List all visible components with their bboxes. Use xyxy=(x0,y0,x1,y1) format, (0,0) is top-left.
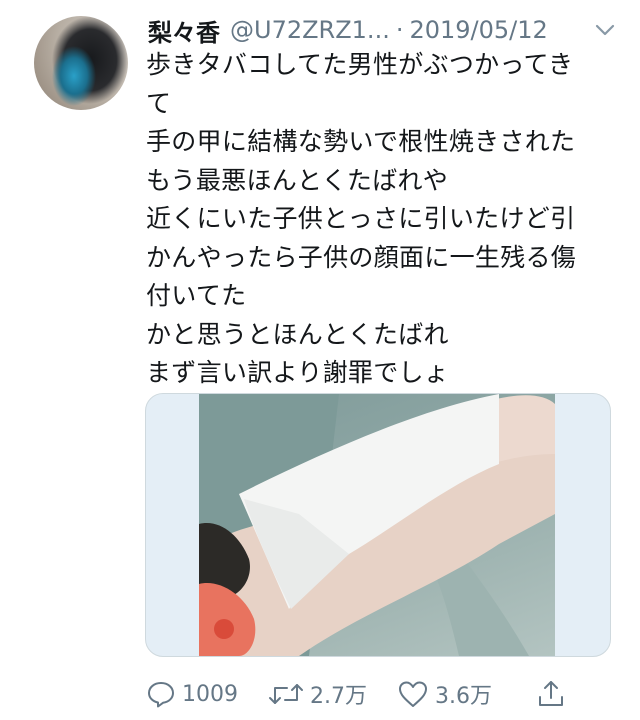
reply-count: 1009 xyxy=(182,681,238,707)
tweet-actions: 1009 2.7万 3.6万 xyxy=(146,676,616,712)
speech-bubble-icon xyxy=(148,682,174,708)
tweet-header: 梨々香 @U72ZRZ1... · 2019/05/12 xyxy=(148,10,618,50)
retweet-count: 2.7万 xyxy=(310,684,367,709)
like-action[interactable]: 3.6万 xyxy=(397,678,492,710)
tweet-photo[interactable] xyxy=(199,394,555,656)
tweet-text-line: て xyxy=(146,88,172,118)
chevron-down-icon[interactable] xyxy=(592,17,618,43)
author-name[interactable]: 梨々香 xyxy=(148,13,220,48)
heart-outline-icon xyxy=(399,681,427,707)
tweet-text-line: 付いてた xyxy=(146,281,247,310)
tweet-text-line: 歩きタバコしてた男性がぶつかってき xyxy=(146,50,574,79)
reply-action[interactable]: 1009 xyxy=(146,679,238,709)
tweet-text-line: かんやったら子供の顔面に一生残る傷 xyxy=(146,242,577,272)
tweet-date[interactable]: 2019/05/12 xyxy=(409,16,547,44)
avatar[interactable] xyxy=(34,16,128,110)
tweet-text-line: かと思うとほんとくたばれ xyxy=(146,319,449,349)
separator-dot: · xyxy=(395,16,404,44)
tweet-text-line: 近くにいた子供とっさに引いたけど引 xyxy=(146,204,576,233)
tweet-media[interactable] xyxy=(145,393,611,657)
author-handle[interactable]: @U72ZRZ1... xyxy=(230,16,390,44)
tweet-text: 歩きタバコしてた男性がぶつかってき て 手の甲に結構な勢いで根性焼きされた もう… xyxy=(146,46,616,393)
upload-arrow-icon xyxy=(539,681,563,706)
tweet-text-line: もう最悪ほんとくたばれや xyxy=(146,165,449,195)
share-action[interactable] xyxy=(536,679,572,709)
tweet-text-line: まず言い訳より謝罪でしょ xyxy=(146,358,450,387)
retweet-action[interactable]: 2.7万 xyxy=(268,678,367,710)
retweet-arrows-icon xyxy=(269,684,303,704)
like-count: 3.6万 xyxy=(435,684,492,709)
tweet-text-line: 手の甲に結構な勢いで根性焼きされた xyxy=(146,127,576,156)
